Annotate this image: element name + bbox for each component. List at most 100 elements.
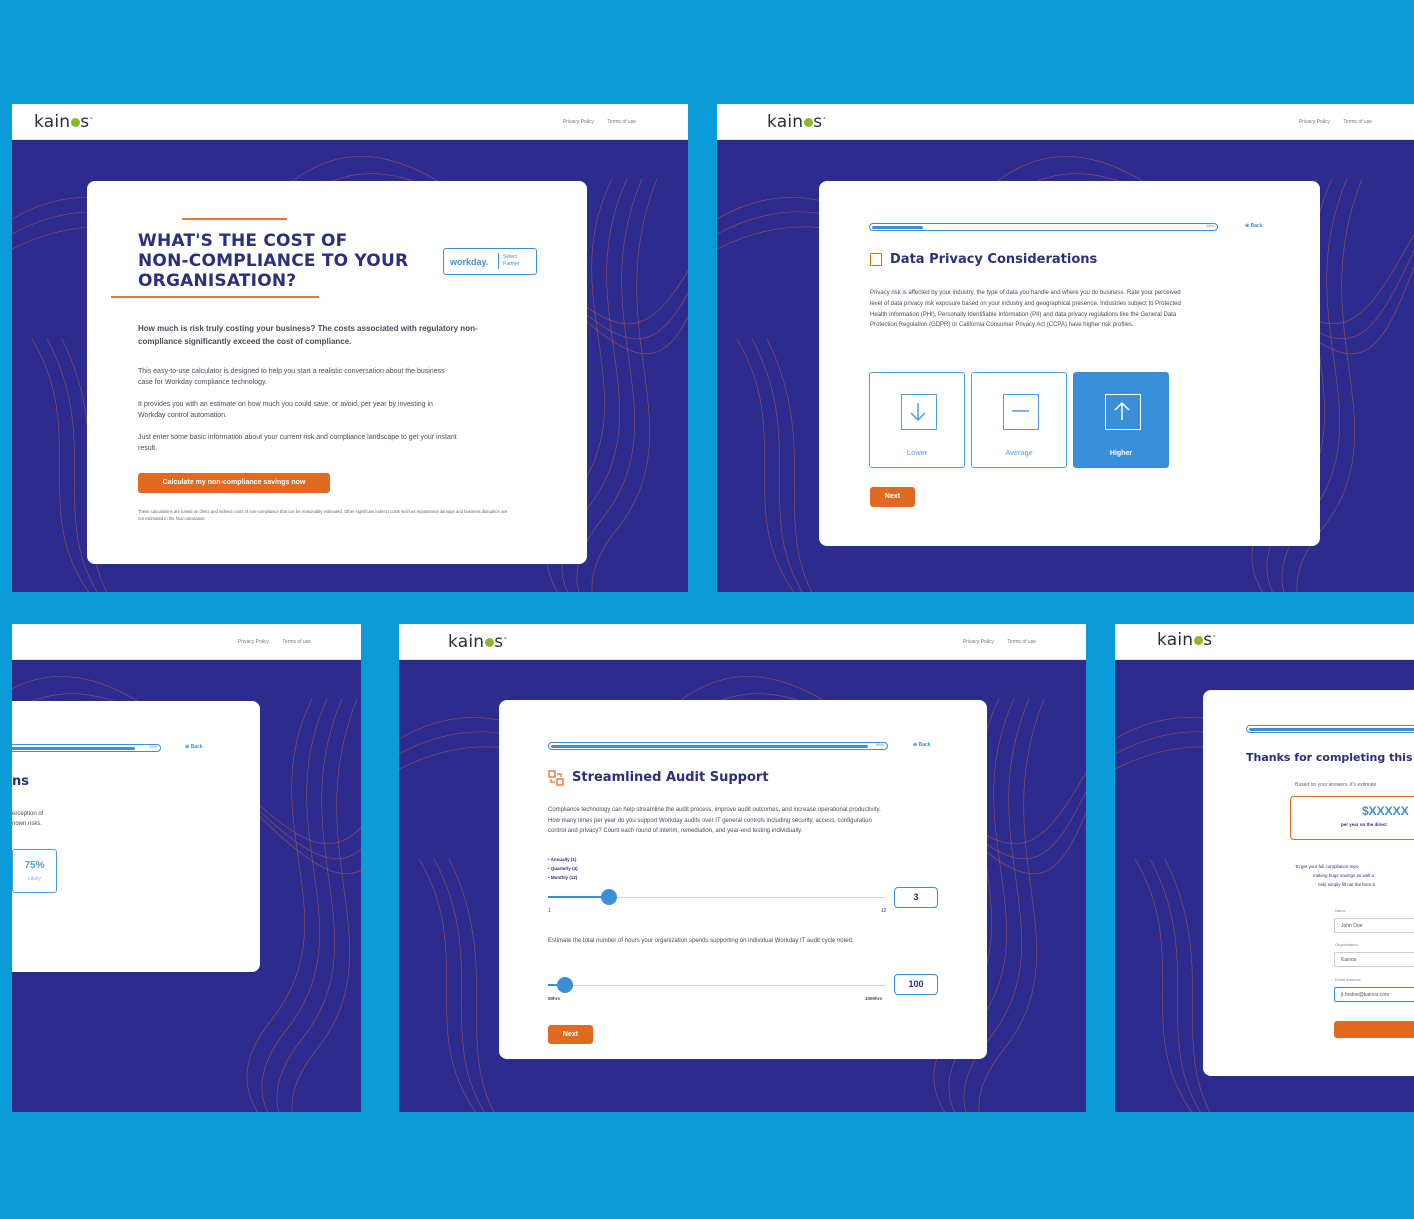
intro-card: WHAT'S THE COST OF NON-COMPLIANCE TO YOU… (87, 181, 587, 564)
screen-intro: kain s• Privacy Policy Terms of use WHAT'… (12, 104, 688, 592)
progress-percent: 95% (875, 742, 884, 747)
screen-audit-support: kain s• Privacy Policy Terms of use 95% ⊕… (399, 624, 1086, 1112)
hours-input[interactable]: 100 (894, 974, 938, 995)
slider-max-label: 1000hrs (865, 996, 883, 1001)
report-cta-text: To get your full compliance repo making … (1295, 864, 1376, 887)
kainos-logo[interactable]: kain s• (767, 112, 827, 132)
savings-box: $XXXXX per year on the direct (1290, 796, 1414, 840)
progress-bar: 95% (548, 742, 888, 750)
workday-partner-badge: workday. Select Partner (443, 248, 537, 275)
results-card: Thanks for completing this s Based on yo… (1203, 690, 1414, 1076)
slider-fill (548, 896, 609, 898)
lead-text: How much is risk truly costing your busi… (138, 324, 478, 346)
terms-of-use-link[interactable]: Terms of use (282, 639, 311, 645)
top-header: kain s• (1115, 624, 1414, 660)
progress-bar: 15% (12, 744, 161, 752)
select-partner-text: Select Partner (503, 254, 520, 267)
intro-paragraph-1: This easy-to-use calculator is designed … (138, 368, 445, 386)
list-item: • Annually (1) (548, 857, 577, 862)
top-header: Privacy Policy Terms of use (12, 624, 361, 660)
title-bottom-rule (111, 296, 319, 298)
organisation-field[interactable]: Kainos (1334, 952, 1414, 967)
email-label: Email Address (1335, 977, 1361, 982)
terms-of-use-link[interactable]: Terms of use (607, 119, 636, 125)
option-higher[interactable]: Higher (1073, 372, 1169, 468)
slider-max-label: 12 (881, 908, 887, 914)
frequency-list: • Annually (1) • Quarterly (4) • Monthly… (548, 855, 578, 882)
top-header: kain s• Privacy Policy Terms of use (399, 624, 1086, 660)
kainos-logo[interactable]: kain s• (448, 632, 508, 652)
privacy-policy-link[interactable]: Privacy Policy (1299, 119, 1330, 125)
lock-icon (870, 253, 882, 266)
progress-percent: 15% (1205, 223, 1214, 228)
slider-min-label: 1 (548, 908, 551, 914)
question-body-fragment: erception of nown risks. (12, 811, 44, 827)
submit-button[interactable]: Su (1334, 1021, 1414, 1038)
results-title: Thanks for completing this s (1246, 751, 1414, 764)
question-body: Compliance technology can help streamlin… (548, 807, 881, 835)
name-label: Name (1335, 908, 1346, 913)
list-item: • Quarterly (4) (548, 866, 578, 871)
terms-of-use-link[interactable]: Terms of use (1007, 639, 1036, 645)
next-button[interactable]: Next (548, 1025, 593, 1044)
back-link[interactable]: ⊕ Back (1245, 223, 1263, 229)
question-card: 15% ⊕ Back ns erception of nown risks. 7… (12, 701, 260, 972)
hours-question: Estimate the total number of hours your … (548, 938, 854, 944)
savings-amount: $XXXXX (1362, 804, 1409, 818)
question-title: Streamlined Audit Support (572, 770, 769, 785)
progress-fill (872, 225, 924, 229)
option-value: 75% (24, 860, 45, 871)
minus-icon (1003, 394, 1039, 430)
question-body: Privacy risk is affected by your industr… (870, 290, 1181, 329)
privacy-policy-link[interactable]: Privacy Policy (563, 119, 594, 125)
name-field[interactable]: John Doe (1334, 918, 1414, 933)
option-likely[interactable]: 75% Likely (12, 849, 57, 893)
organisation-label: Organisation (1335, 942, 1358, 947)
option-label: Likely (28, 876, 41, 882)
screen-data-privacy: kain s• Privacy Policy Terms of use 15% ⊕… (717, 104, 1414, 592)
divider (498, 253, 499, 269)
question-title: Data Privacy Considerations (890, 252, 1098, 267)
question-title: ns (12, 774, 29, 789)
progress-bar: 15% (869, 223, 1218, 231)
kainos-logo[interactable]: kain s• (1157, 630, 1217, 650)
page-title: WHAT'S THE COST OF NON-COMPLIANCE TO YOU… (138, 231, 409, 291)
terms-of-use-link[interactable]: Terms of use (1343, 119, 1372, 125)
audit-count-input[interactable]: 3 (894, 887, 938, 908)
title-top-rule (182, 218, 287, 220)
progress-fill (12, 746, 136, 750)
intro-paragraph-2: It provides you with an estimate on how … (138, 401, 433, 419)
next-button[interactable]: Next (870, 487, 915, 507)
progress-fill (1249, 727, 1414, 731)
calculate-savings-button[interactable]: Calculate my non-compliance savings now (138, 473, 330, 493)
results-subtitle: Based on your answers, it's estimate (1295, 782, 1377, 788)
privacy-policy-link[interactable]: Privacy Policy (963, 639, 994, 645)
top-header: kain s• Privacy Policy Terms of use (12, 104, 688, 140)
email-field[interactable]: jt.hndoe@kainos.com (1334, 987, 1414, 1002)
slider-handle[interactable] (556, 977, 573, 993)
top-header: kain s• Privacy Policy Terms of use (717, 104, 1414, 140)
back-link[interactable]: ⊕ Back (913, 742, 931, 748)
progress-fill (551, 744, 869, 748)
footnote: These calculations are based on direct a… (138, 509, 508, 521)
progress-bar (1246, 725, 1414, 733)
arrow-down-icon (901, 394, 937, 430)
kainos-logo[interactable]: kain s• (34, 112, 94, 132)
question-card: 15% ⊕ Back Data Privacy Considerations P… (819, 181, 1320, 546)
arrow-up-icon (1105, 394, 1141, 430)
option-lower[interactable]: Lower (869, 372, 965, 468)
screen-results: kain s• Thanks for completing this s Base… (1115, 624, 1414, 1112)
slider-min-label: 50hrs (548, 996, 561, 1001)
savings-caption: per year on the direct (1341, 822, 1387, 827)
progress-percent: 15% (148, 744, 157, 749)
slider-handle[interactable] (600, 889, 617, 905)
screen-risk-perception: Privacy Policy Terms of use 15% ⊕ Back n… (12, 624, 361, 1112)
workday-logo: workday. (450, 257, 489, 267)
question-card: 95% ⊕ Back Streamlined Audit Support Com… (499, 700, 987, 1059)
slider-track[interactable] (548, 985, 886, 986)
audit-icon (548, 770, 564, 786)
option-average[interactable]: Average (971, 372, 1067, 468)
privacy-policy-link[interactable]: Privacy Policy (238, 639, 269, 645)
intro-paragraph-3: Just enter some basic information about … (138, 434, 457, 452)
back-link[interactable]: ⊕ Back (185, 744, 203, 750)
